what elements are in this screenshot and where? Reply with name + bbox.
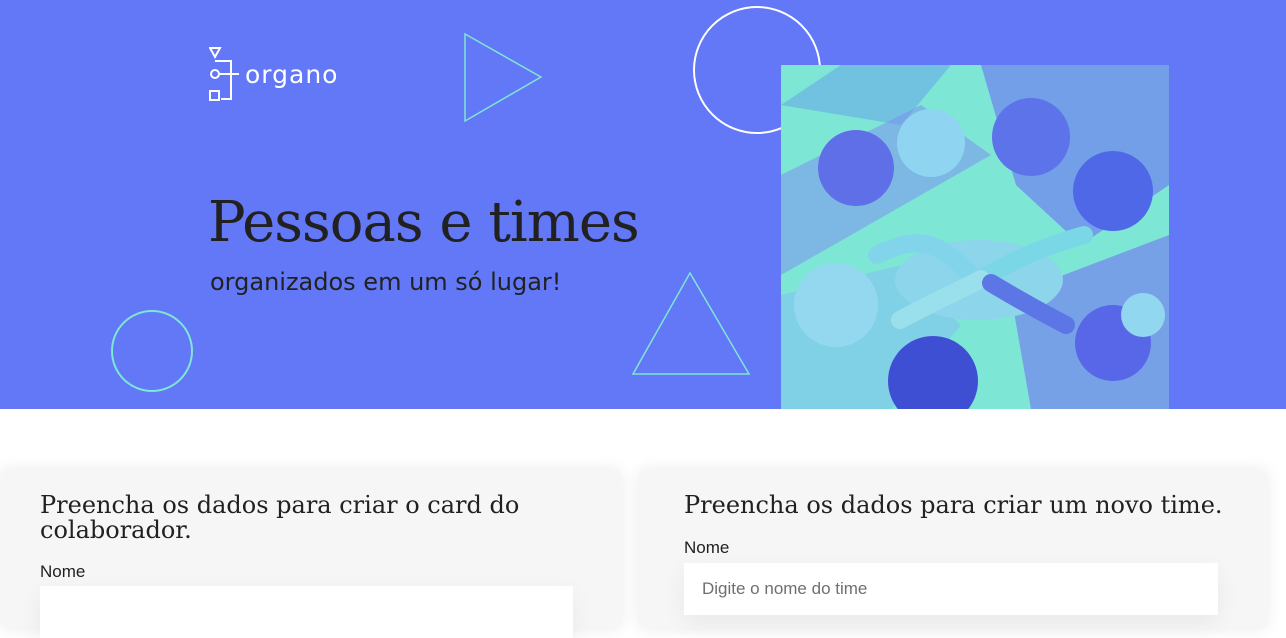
team-form-card: Preencha os dados para criar um novo tim… xyxy=(638,469,1268,629)
team-hands-illustration xyxy=(781,65,1169,409)
collaborator-form-heading: Preencha os dados para criar o card do c… xyxy=(40,491,520,544)
collaborator-name-input[interactable] xyxy=(40,586,573,638)
brand-name: organo xyxy=(245,59,339,89)
hero-subtitle: organizados em um só lugar! xyxy=(210,268,562,296)
hero-title: Pessoas e times xyxy=(208,190,640,255)
collaborator-form-card: Preencha os dados para criar o card do c… xyxy=(0,469,622,638)
hero-banner: organo Pessoas e times organizados em um… xyxy=(0,0,1286,409)
triangle-right-decoration xyxy=(464,32,543,123)
organo-logo-icon xyxy=(209,47,239,101)
collaborator-name-label: Nome xyxy=(40,562,86,581)
brand-logo[interactable]: organo xyxy=(209,47,338,103)
triangle-up-decoration xyxy=(631,271,751,375)
circle-accent-decoration xyxy=(111,310,193,392)
team-name-input[interactable] xyxy=(684,563,1218,615)
team-name-label: Nome xyxy=(684,538,730,557)
team-form-heading: Preencha os dados para criar um novo tim… xyxy=(684,491,1223,519)
team-hands-photo xyxy=(781,65,1169,409)
